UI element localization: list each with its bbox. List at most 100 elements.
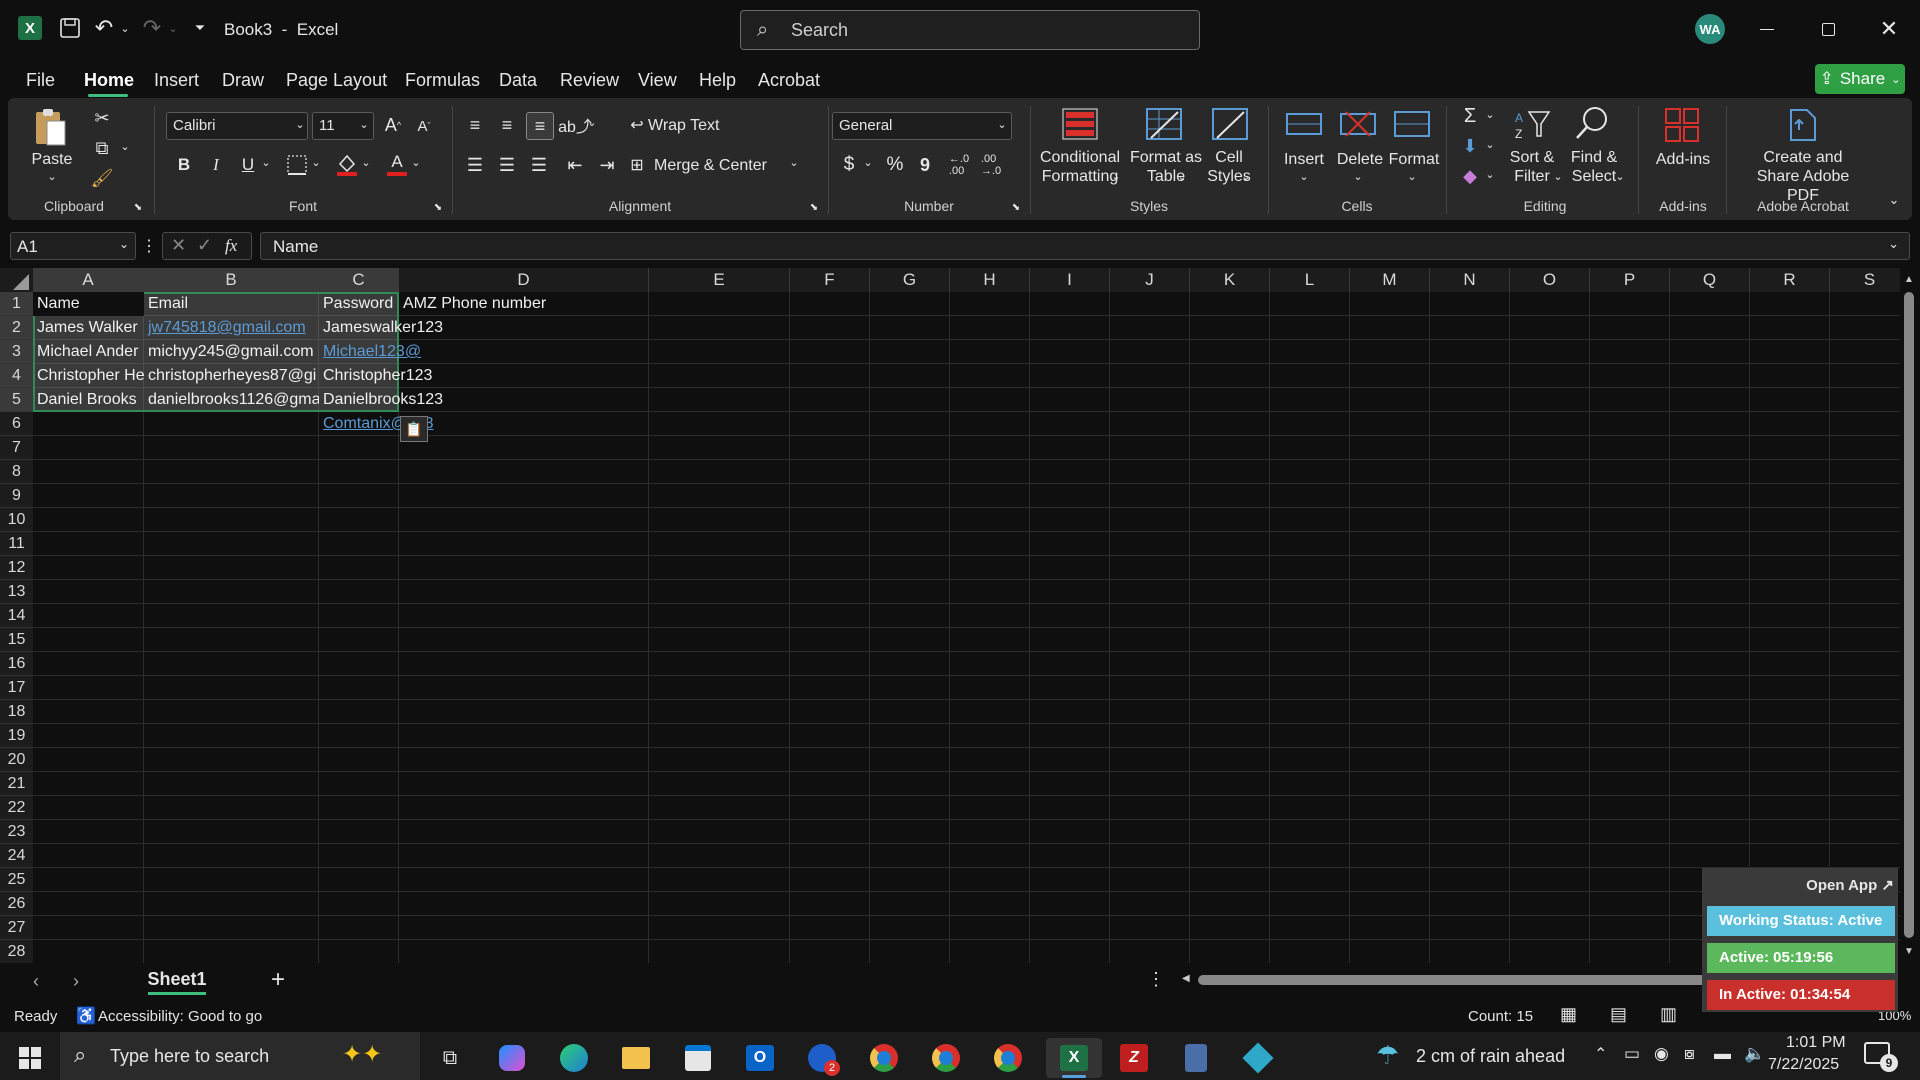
cell-styles-dropdown-icon[interactable]: ⌄ [1240,170,1252,183]
underline-dropdown-icon[interactable]: ⌄ [260,156,272,169]
tab-file[interactable]: File [26,70,55,91]
row-header-20[interactable]: 20 [0,748,33,772]
format-as-table-icon[interactable] [1144,106,1184,142]
cell-c1[interactable]: Password [319,292,399,316]
column-header-m[interactable]: M [1350,268,1430,292]
orientation-dropdown-icon[interactable]: ⌄ [586,116,598,129]
format-cells-icon[interactable] [1392,106,1432,142]
tab-home[interactable]: Home [84,70,134,91]
cell-d1[interactable]: AMZ Phone number [399,292,790,316]
middle-align-icon[interactable]: ≡ [494,112,520,138]
column-header-q[interactable]: Q [1670,268,1750,292]
row-header-2[interactable]: 2 [0,316,33,340]
undo-icon[interactable]: ↶ [92,15,116,40]
row-header-17[interactable]: 17 [0,676,33,700]
delete-cells-button[interactable]: Delete [1332,150,1388,169]
store-icon[interactable] [674,1038,722,1078]
increease-indent-icon[interactable]: ⇥ [594,152,620,178]
open-app-button[interactable]: Open App ↗ [1806,876,1894,894]
column-header-e[interactable]: E [649,268,790,292]
cell-a5[interactable]: Daniel Brooks [33,388,144,412]
tab-page-layout[interactable]: Page Layout [286,70,387,91]
clear-icon[interactable]: ◆ [1458,164,1482,188]
outlook-icon[interactable]: O [736,1038,784,1078]
network-icon[interactable]: ▭ [1624,1044,1640,1064]
tab-draw[interactable]: Draw [222,70,264,91]
font-color-icon[interactable]: A [384,150,410,178]
column-header-l[interactable]: L [1270,268,1350,292]
share-button[interactable]: ⇪ Share ⌄ [1815,64,1905,94]
task-view-icon[interactable]: ⧉ [426,1038,474,1078]
row-header-27[interactable]: 27 [0,916,33,940]
chrome-icon[interactable] [860,1038,908,1078]
tab-help[interactable]: Help [699,70,736,91]
insert-dropdown-icon[interactable]: ⌄ [1298,170,1310,183]
insert-cells-button[interactable]: Insert [1276,150,1332,169]
decrease-decimal-icon[interactable]: .00 →.0 [978,152,1004,178]
wrap-text-button[interactable]: Wrap Text [648,116,719,135]
tab-review[interactable]: Review [560,70,619,91]
add-sheet-button[interactable]: + [266,966,290,993]
cell-c6[interactable]: Comtanix@123 [319,412,649,436]
column-header-i[interactable]: I [1030,268,1110,292]
vertical-scroll-thumb[interactable] [1904,292,1914,938]
cell-styles-icon[interactable] [1210,106,1250,142]
cell-c5[interactable]: Danielbrooks123 [319,388,649,412]
merge-center-icon[interactable]: ⊞ [626,152,648,178]
sort-filter-button[interactable]: Sort & Filter [1506,148,1558,186]
cell-b3[interactable]: michyy245@gmail.com [144,340,319,364]
borders-dropdown-icon[interactable]: ⌄ [310,156,322,169]
cell-a1[interactable]: Name [33,292,144,316]
borders-icon[interactable] [284,152,310,178]
column-header-k[interactable]: K [1190,268,1270,292]
row-header-4[interactable]: 4 [0,364,33,388]
clock-time[interactable]: 1:01 PM [1786,1034,1846,1052]
redo-icon[interactable]: ↷ [140,15,164,40]
windows-start-icon[interactable] [6,1038,54,1078]
file-explorer-icon[interactable] [612,1038,660,1078]
delete-cells-icon[interactable] [1338,106,1378,142]
cell-c4[interactable]: Christopher123 [319,364,649,388]
column-header-h[interactable]: H [950,268,1030,292]
row-header-18[interactable]: 18 [0,700,33,724]
scroll-down-icon[interactable]: ▼ [1904,946,1914,957]
bottom-align-icon[interactable]: ≡ [526,112,554,140]
fill-icon[interactable]: ⬇ [1458,134,1482,158]
search-box[interactable]: ⌕ Search [740,10,1200,50]
bold-button[interactable]: B [172,152,196,178]
user-avatar[interactable]: WA [1695,14,1725,44]
column-header-s[interactable]: S [1830,268,1910,292]
center-icon[interactable]: ☰ [494,152,520,178]
font-launcher-icon[interactable]: ⬊ [432,202,444,213]
row-header-11[interactable]: 11 [0,532,33,556]
paste-icon[interactable] [32,106,68,148]
row-header-1[interactable]: 1 [0,292,33,316]
weather-text[interactable]: 2 cm of rain ahead [1416,1046,1565,1067]
minimize-icon[interactable] [1752,14,1782,44]
column-header-n[interactable]: N [1430,268,1510,292]
row-header-12[interactable]: 12 [0,556,33,580]
autosum-dropdown-icon[interactable]: ⌄ [1484,108,1496,121]
cell-b2[interactable]: jw745818@gmail.com [144,316,319,340]
merge-dropdown-icon[interactable]: ⌄ [788,156,800,169]
chrome-alt-icon[interactable] [984,1038,1032,1078]
accessibility-status[interactable]: Accessibility: Good to go [98,1008,262,1025]
column-header-p[interactable]: P [1590,268,1670,292]
percent-button[interactable]: % [882,152,908,178]
name-box[interactable]: A1 ⌄ [10,232,136,260]
decrease-indent-icon[interactable]: ⇤ [562,152,588,178]
format-dropdown-icon[interactable]: ⌄ [1406,170,1418,183]
row-header-10[interactable]: 10 [0,508,33,532]
italic-button[interactable]: I [204,152,228,178]
more-options-icon[interactable]: ⋮ [141,234,157,258]
sheet-tab-sheet1[interactable]: Sheet1 [142,963,212,997]
page-break-view-icon[interactable]: ▥ [1660,1004,1677,1025]
undo-dropdown-icon[interactable]: ⌄ [118,20,132,36]
row-header-7[interactable]: 7 [0,436,33,460]
collapse-ribbon-icon[interactable]: ⌄ [1886,192,1902,208]
fill-dropdown-icon[interactable]: ⌄ [1484,138,1496,151]
tab-data[interactable]: Data [499,70,537,91]
clock-date[interactable]: 7/22/2025 [1768,1056,1839,1074]
increase-decimal-icon[interactable]: ←.0.00 [946,152,972,178]
screen-icon[interactable]: ⧇ [1684,1044,1695,1064]
